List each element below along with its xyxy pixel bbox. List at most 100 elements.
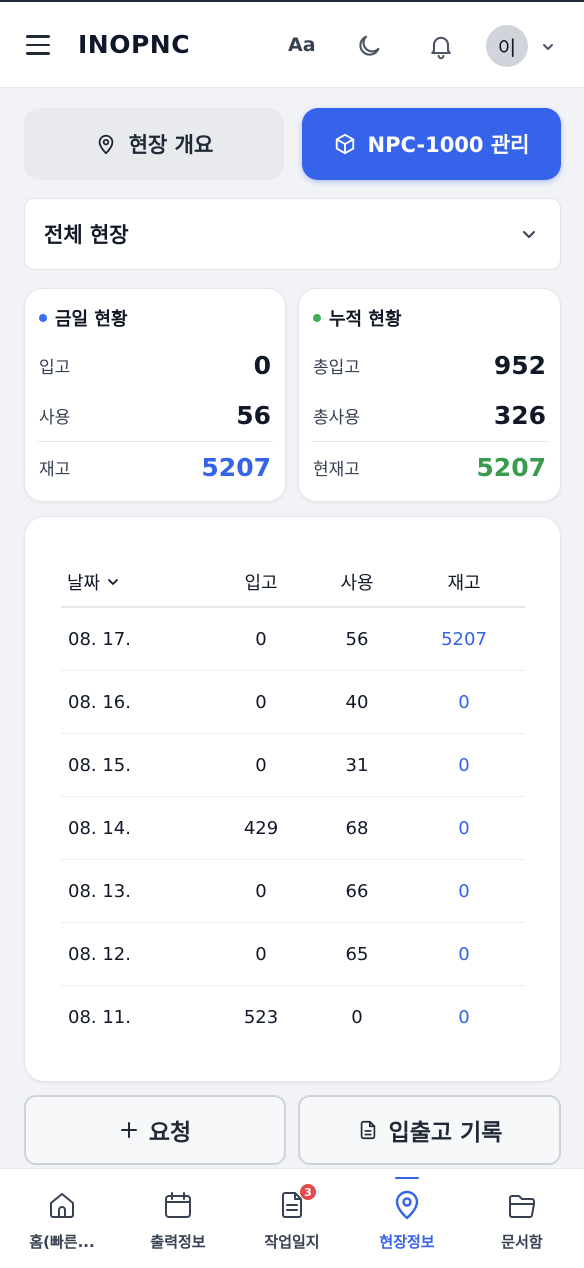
notification-badge: 3 (299, 1183, 317, 1201)
cumulative-in-row: 총입고 952 (313, 349, 546, 381)
cell-use: 66 (345, 881, 369, 902)
cell-in: 0 (255, 881, 267, 902)
document-icon (360, 1120, 375, 1140)
cube-icon (335, 133, 354, 155)
cell-stock: 5207 (441, 629, 487, 650)
nav-label: 작업일지 (264, 1233, 320, 1251)
chevron-down-icon[interactable] (540, 39, 556, 55)
cumulative-status-card: 누적 현황 총입고 952 총사용 326 현재고 5207 (298, 288, 561, 502)
cell-use: 65 (345, 944, 369, 965)
bell-icon[interactable] (427, 32, 455, 60)
cell-in: 0 (255, 944, 267, 965)
cell-stock: 0 (458, 755, 470, 776)
status-dot (39, 314, 47, 322)
cell-date: 08. 15. (68, 755, 131, 776)
map-pin-icon (98, 134, 114, 155)
cell-date: 08. 14. (68, 818, 131, 839)
cell-in: 429 (243, 818, 279, 839)
request-button-label: 요청 (148, 1120, 192, 1146)
cell-stock: 0 (458, 944, 470, 965)
use-header: 사용 (340, 573, 374, 594)
cumulative-status-title-row: 누적 현황 (313, 305, 402, 331)
site-select[interactable]: 전체 현장 (24, 198, 561, 270)
chevron-down-icon (523, 231, 535, 238)
menu-icon[interactable] (26, 35, 50, 55)
nav-item-output[interactable]: 출력정보 (120, 1169, 236, 1268)
stat-label: 사용 (39, 407, 71, 428)
cell-date: 08. 11. (68, 1007, 131, 1028)
cell-in: 0 (255, 692, 267, 713)
cell-use: 40 (345, 692, 369, 713)
request-button[interactable]: 요청 (24, 1095, 286, 1165)
today-use-row: 사용 56 (39, 399, 271, 431)
stat-value: 5207 (201, 452, 271, 482)
nav-item-worklog[interactable]: 3 작업일지 (234, 1169, 350, 1268)
cell-in: 523 (243, 1007, 279, 1028)
today-status-title-row: 금일 현황 (39, 305, 128, 331)
today-stock-row: 재고 5207 (39, 451, 271, 483)
nav-item-site-info[interactable]: 현장정보 (349, 1169, 465, 1268)
divider (311, 441, 548, 442)
home-icon (50, 1193, 74, 1218)
calendar-icon (165, 1192, 191, 1218)
date-header-label: 날짜 (67, 573, 101, 594)
stat-value: 326 (493, 400, 546, 430)
dark-mode-icon[interactable] (355, 32, 383, 60)
nav-label: 출력정보 (150, 1233, 206, 1251)
table-row: 08. 11. 523 0 0 (61, 987, 525, 1049)
cell-stock: 0 (458, 818, 470, 839)
app-header: INOPNC Aa 이 (0, 2, 584, 88)
table-row: 08. 16. 0 40 0 (61, 672, 525, 734)
table-row: 08. 15. 0 31 0 (61, 735, 525, 797)
cell-use: 0 (351, 1007, 363, 1028)
cumulative-stock-row: 현재고 5207 (313, 451, 546, 483)
stock-header: 재고 (447, 573, 481, 594)
table-row: 08. 13. 0 66 0 (61, 861, 525, 923)
cumulative-use-row: 총사용 326 (313, 399, 546, 431)
io-log-button-label: 입출고 기록 (388, 1120, 503, 1146)
cell-date: 08. 12. (68, 944, 131, 965)
folder-icon (509, 1195, 535, 1218)
tab-site-overview[interactable]: 현장 개요 (24, 108, 284, 180)
plus-icon (120, 1122, 137, 1138)
date-sort-header[interactable]: 날짜 (67, 569, 120, 595)
cell-use: 68 (345, 818, 369, 839)
app-logo: INOPNC (78, 30, 191, 59)
cell-use: 56 (345, 629, 369, 650)
cell-date: 08. 13. (68, 881, 131, 902)
nav-label: 홈(빠른... (29, 1233, 95, 1251)
status-dot (313, 314, 321, 322)
nav-item-documents[interactable]: 문서함 (464, 1169, 580, 1268)
tab-npc-management[interactable]: NPC-1000 관리 (302, 108, 561, 180)
divider (37, 441, 273, 442)
cell-date: 08. 17. (68, 629, 131, 650)
user-avatar[interactable]: 이 (486, 25, 528, 67)
today-in-row: 입고 0 (39, 349, 271, 381)
today-status-card: 금일 현황 입고 0 사용 56 재고 5207 (24, 288, 286, 502)
font-size-button[interactable]: Aa (288, 34, 316, 56)
cell-stock: 0 (458, 692, 470, 713)
nav-label: 문서함 (501, 1233, 543, 1251)
cell-in: 0 (255, 629, 267, 650)
stat-value: 5207 (476, 452, 546, 482)
stat-label: 재고 (39, 459, 71, 480)
chevron-down-icon (108, 579, 119, 585)
map-pin-icon (395, 1190, 419, 1220)
bottom-nav: 홈(빠른... 출력정보 3 작업일지 현장정보 문서함 (0, 1168, 584, 1268)
table-header-divider (61, 606, 525, 608)
cell-in: 0 (255, 755, 267, 776)
io-log-button[interactable]: 입출고 기록 (298, 1095, 561, 1165)
cell-stock: 0 (458, 1007, 470, 1028)
stat-value: 952 (493, 350, 546, 380)
table-row: 08. 17. 0 56 5207 (61, 609, 525, 671)
tab-npc-management-label: NPC-1000 관리 (367, 133, 530, 157)
inventory-table-card: 날짜 입고 사용 재고 08. 17. 0 56 5207 08. 16. 0 40 0 08.… (24, 516, 561, 1082)
cumulative-status-title: 누적 현황 (329, 309, 402, 330)
site-select-value: 전체 현장 (44, 223, 129, 247)
cell-date: 08. 16. (68, 692, 131, 713)
cell-stock: 0 (458, 881, 470, 902)
nav-item-home[interactable]: 홈(빠른... (4, 1169, 120, 1268)
cell-use: 31 (345, 755, 369, 776)
active-indicator (395, 1177, 419, 1179)
stat-label: 현재고 (313, 459, 360, 480)
